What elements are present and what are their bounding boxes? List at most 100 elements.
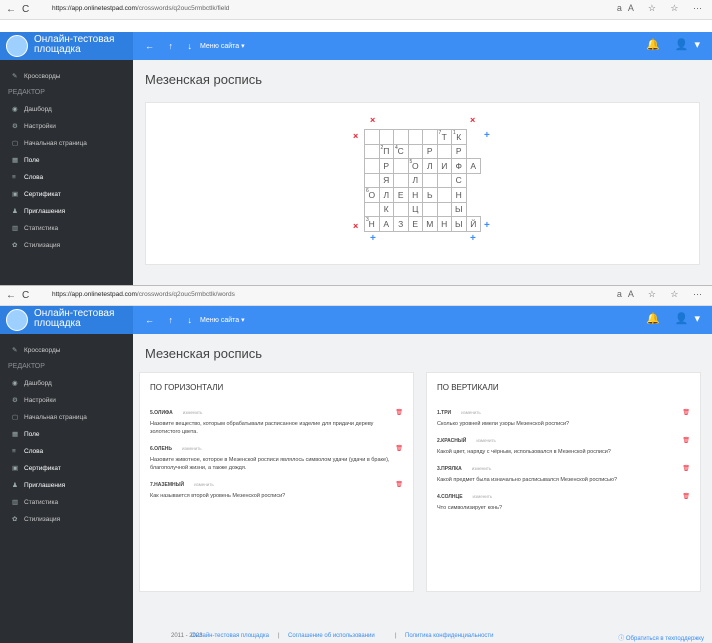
grid-cell[interactable]: М — [422, 216, 438, 232]
sidebar-item-certificate[interactable]: ▣ Сертификат — [0, 460, 133, 477]
add-row-icon[interactable]: + — [470, 233, 476, 244]
sidebar-item-words[interactable]: ≡ Слова — [0, 443, 133, 460]
sidebar-item-invitations[interactable]: ♟ Приглашения — [0, 203, 133, 220]
reload-icon[interactable]: C — [22, 290, 29, 301]
grid-cell[interactable]: Л — [422, 158, 438, 174]
grid-cell[interactable]: 1К — [451, 129, 467, 145]
nav-arrows[interactable]: ← ↑ ↓ — [145, 315, 198, 325]
grid-cell[interactable]: З — [393, 216, 409, 232]
sidebar-item-settings[interactable]: ⚙ Настройки — [0, 118, 133, 135]
grid-cell[interactable] — [364, 129, 380, 145]
grid-cell[interactable]: С — [451, 172, 467, 188]
footer-privacy-link[interactable]: Политика конфиденциальности — [405, 633, 494, 639]
grid-cell[interactable] — [422, 129, 438, 145]
back-icon[interactable]: ← — [6, 290, 16, 301]
sidebar-item-styling[interactable]: ✿ Стилизация — [0, 511, 133, 528]
grid-cell[interactable]: Р — [422, 143, 438, 159]
grid-cell[interactable]: Н — [451, 187, 467, 203]
grid-cell[interactable] — [466, 173, 481, 188]
trash-icon[interactable]: 🗑 — [395, 481, 403, 489]
grid-cell[interactable]: Ы — [451, 216, 467, 232]
grid-cell[interactable] — [422, 172, 438, 188]
grid-cell[interactable]: Ц — [407, 201, 423, 217]
sidebar-item-dashboard[interactable]: ◉ Дашборд — [0, 101, 133, 118]
delete-column-icon[interactable]: × — [470, 115, 475, 125]
add-row-icon[interactable]: + — [370, 233, 376, 244]
grid-cell[interactable]: Ь — [422, 187, 438, 203]
browser-icons[interactable]: aA ☆ ☆ ⋯ — [617, 289, 708, 300]
trash-icon[interactable]: 🗑 — [682, 493, 690, 501]
sidebar-item-field[interactable]: ▦ Поле — [0, 426, 133, 443]
site-logo[interactable]: Онлайн-тестовая площадка — [0, 32, 133, 60]
edit-link[interactable]: изменить — [472, 466, 492, 471]
sidebar-item-statistics[interactable]: ▥ Статистика — [0, 494, 133, 511]
grid-cell[interactable]: А — [465, 158, 481, 174]
trash-icon[interactable]: 🗑 — [395, 445, 403, 453]
address-bar[interactable]: https://app.onlinetestpad.com/crosswords… — [52, 291, 235, 298]
grid-cell[interactable] — [393, 158, 409, 174]
grid-cell[interactable] — [364, 172, 380, 188]
grid-cell[interactable] — [466, 202, 481, 217]
edit-link[interactable]: изменить — [182, 446, 202, 451]
grid-cell[interactable] — [466, 144, 481, 159]
sidebar-item-certificate[interactable]: ▣ Сертификат — [0, 186, 133, 203]
grid-cell[interactable]: 3Н — [364, 216, 380, 232]
grid-cell[interactable]: 4С — [393, 143, 409, 159]
sidebar-item-field[interactable]: ▦ Поле — [0, 152, 133, 169]
grid-cell[interactable]: 2П — [378, 143, 394, 159]
grid-cell[interactable]: Н — [407, 187, 423, 203]
grid-cell[interactable]: Л — [378, 187, 394, 203]
grid-cell[interactable]: Л — [407, 172, 423, 188]
grid-cell[interactable] — [436, 201, 452, 217]
grid-cell[interactable] — [364, 201, 380, 217]
grid-cell[interactable] — [422, 201, 438, 217]
grid-cell[interactable] — [436, 143, 452, 159]
grid-cell[interactable] — [393, 172, 409, 188]
grid-cell[interactable]: Й — [465, 216, 481, 232]
sidebar-item-settings[interactable]: ⚙ Настройки — [0, 392, 133, 409]
footer-terms-link[interactable]: Соглашение об использовании — [288, 633, 375, 639]
add-column-icon[interactable]: + — [484, 130, 490, 141]
grid-cell[interactable]: 5О — [407, 158, 423, 174]
sidebar-item-crosswords[interactable]: ✎ Кроссворды — [0, 68, 133, 85]
sidebar-item-start-page[interactable]: ▢ Начальная страница — [0, 409, 133, 426]
sidebar-item-dashboard[interactable]: ◉ Дашборд — [0, 375, 133, 392]
grid-cell[interactable]: К — [378, 201, 394, 217]
site-logo[interactable]: Онлайн-тестовая площадка — [0, 306, 133, 334]
grid-cell[interactable] — [407, 143, 423, 159]
delete-row-icon[interactable]: × — [353, 131, 358, 141]
edit-link[interactable]: изменить — [461, 410, 481, 415]
grid-cell[interactable]: Я — [378, 172, 394, 188]
edit-link[interactable]: изменить — [183, 410, 203, 415]
grid-cell[interactable]: Ы — [451, 201, 467, 217]
edit-link[interactable]: изменить — [473, 494, 493, 499]
crossword-grid[interactable]: 7Т1К2П4СРРР5ОЛИФАЯЛС6ОЛЕНЬНКЦЫ3НАЗЕМНЫЙ — [364, 129, 481, 232]
nav-arrows[interactable]: ← ↑ ↓ — [145, 41, 198, 51]
grid-cell[interactable] — [393, 201, 409, 217]
sidebar-item-styling[interactable]: ✿ Стилизация — [0, 237, 133, 254]
back-icon[interactable]: ← — [6, 4, 16, 15]
edit-link[interactable]: изменить — [476, 438, 496, 443]
sidebar-item-start-page[interactable]: ▢ Начальная страница — [0, 135, 133, 152]
user-icons[interactable]: 🔔 👤▾ — [646, 38, 706, 51]
grid-cell[interactable] — [364, 143, 380, 159]
trash-icon[interactable]: 🗑 — [395, 409, 403, 417]
grid-cell[interactable] — [436, 187, 452, 203]
edit-link[interactable]: изменить — [194, 482, 214, 487]
grid-cell[interactable] — [407, 129, 423, 145]
browser-icons[interactable]: aA ☆ ☆ ⋯ — [617, 3, 708, 14]
grid-cell[interactable] — [364, 158, 380, 174]
grid-cell[interactable]: А — [378, 216, 394, 232]
grid-cell[interactable]: И — [436, 158, 452, 174]
grid-cell[interactable] — [466, 188, 481, 203]
address-bar[interactable]: https://app.onlinetestpad.com/crosswords… — [52, 5, 229, 12]
site-menu[interactable]: Меню сайта ▾ — [200, 42, 245, 50]
trash-icon[interactable]: 🗑 — [682, 437, 690, 445]
footer-support-link[interactable]: ⓘ Обратиться в техподдержку — [618, 633, 704, 642]
add-column-icon[interactable]: + — [484, 220, 490, 231]
sidebar-item-statistics[interactable]: ▥ Статистика — [0, 220, 133, 237]
site-menu[interactable]: Меню сайта ▾ — [200, 316, 245, 324]
grid-cell[interactable]: Н — [436, 216, 452, 232]
user-icons[interactable]: 🔔 👤▾ — [646, 312, 706, 325]
delete-row-icon[interactable]: × — [353, 221, 358, 231]
